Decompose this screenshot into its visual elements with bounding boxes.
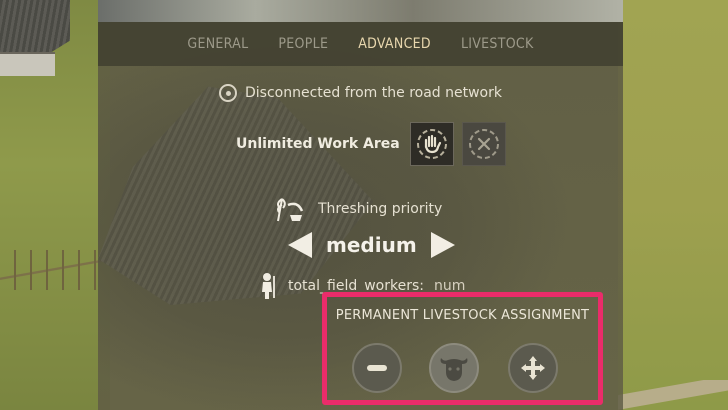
worker-icon bbox=[262, 273, 275, 299]
road-status: Disconnected from the road network bbox=[98, 84, 623, 102]
cow-icon bbox=[440, 358, 468, 381]
priority-selector: medium bbox=[288, 232, 455, 258]
remove-livestock-button[interactable] bbox=[352, 343, 402, 393]
tab-people[interactable]: PEOPLE bbox=[278, 36, 328, 52]
livestock-assignment-title: PERMANENT LIVESTOCK ASSIGNMENT bbox=[335, 308, 590, 323]
close-icon bbox=[468, 129, 499, 159]
work-area-label: Unlimited Work Area bbox=[236, 136, 400, 152]
dirt-road bbox=[618, 380, 728, 410]
work-area-row: Unlimited Work Area bbox=[236, 122, 506, 166]
tab-livestock[interactable]: LIVESTOCK bbox=[461, 36, 534, 52]
clear-work-area-button[interactable] bbox=[461, 122, 506, 166]
grass-field-right bbox=[618, 0, 728, 410]
move-livestock-button[interactable] bbox=[508, 343, 558, 393]
house-wall bbox=[0, 52, 55, 76]
hand-icon bbox=[416, 129, 447, 159]
panel-top-scene bbox=[98, 0, 623, 22]
threshing-row: Threshing priority bbox=[272, 195, 442, 223]
building-panel: GENERAL PEOPLE ADVANCED LIVESTOCK Discon… bbox=[98, 0, 623, 410]
priority-increase-arrow[interactable] bbox=[430, 232, 455, 258]
threshing-priority-label: Threshing priority bbox=[318, 201, 443, 217]
move-icon bbox=[521, 356, 545, 380]
priority-decrease-arrow[interactable] bbox=[288, 232, 312, 258]
threshing-icon bbox=[277, 198, 304, 222]
priority-value: medium bbox=[326, 233, 417, 257]
minus-icon bbox=[367, 365, 387, 371]
tab-bar: GENERAL PEOPLE ADVANCED LIVESTOCK bbox=[98, 22, 623, 66]
target-icon bbox=[219, 84, 238, 102]
tab-advanced[interactable]: ADVANCED bbox=[358, 36, 431, 52]
tab-general[interactable]: GENERAL bbox=[187, 36, 248, 52]
unlimited-work-area-button[interactable] bbox=[409, 122, 454, 166]
assign-livestock-button[interactable] bbox=[429, 343, 479, 393]
wooden-fence bbox=[0, 250, 110, 290]
livestock-assignment-section: PERMANENT LIVESTOCK ASSIGNMENT bbox=[322, 292, 603, 405]
road-status-text: Disconnected from the road network bbox=[245, 85, 502, 101]
